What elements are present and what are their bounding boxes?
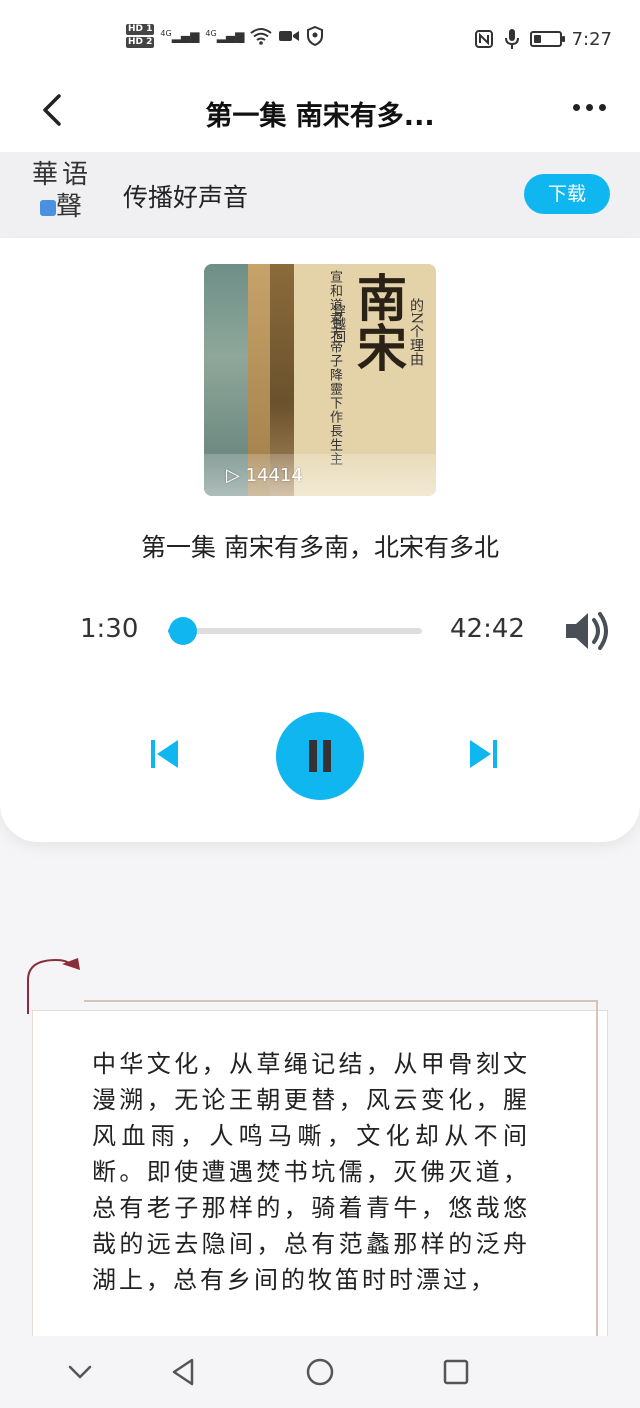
progress-thumb[interactable] bbox=[168, 617, 197, 645]
status-right: 7:27 bbox=[474, 28, 612, 50]
pause-button[interactable] bbox=[276, 712, 364, 800]
banner-slogan: 传播好声音 bbox=[123, 183, 249, 212]
title-bar: 第一集 南宋有多... bbox=[0, 80, 640, 152]
article-text: 中华文化，从草绳记结，从甲骨刻文漫溯，无论王朝更替，风云变化，腥风血雨，人鸣马嘶… bbox=[92, 1050, 530, 1294]
back-triangle-icon[interactable] bbox=[166, 1354, 202, 1390]
hd2-badge: HD 2 bbox=[126, 37, 155, 48]
video-camera-icon bbox=[279, 31, 300, 41]
recents-square-icon[interactable] bbox=[438, 1354, 474, 1390]
app-banner: 華 语 聲 传播好声音 下载 bbox=[0, 152, 640, 238]
episode-title: 第一集 南宋有多南，北宋有多北 bbox=[141, 533, 499, 562]
current-time: 1:30 bbox=[80, 614, 139, 644]
more-horizontal-icon[interactable] bbox=[573, 104, 606, 111]
frame-top-rule bbox=[84, 1000, 598, 1002]
cover-big-title: 南宋 bbox=[349, 272, 408, 372]
article-section: 中华文化，从草绳记结，从甲骨刻文漫溯，无论王朝更替，风云变化，腥风血雨，人鸣马嘶… bbox=[0, 842, 640, 1336]
page-title: 第一集 南宋有多... bbox=[205, 101, 435, 132]
hd1-badge: HD 1 bbox=[126, 24, 155, 35]
signal-icon-1: 4G▂▄▆ bbox=[160, 29, 200, 43]
play-count: ▷ 14414 bbox=[226, 465, 303, 486]
chevron-left-icon[interactable] bbox=[34, 90, 74, 130]
lamp-decoration-icon bbox=[27, 958, 80, 1014]
frame-right-rule bbox=[596, 1000, 598, 1336]
volume-icon[interactable] bbox=[562, 608, 610, 654]
pause-icon bbox=[309, 740, 317, 772]
status-time: 7:27 bbox=[571, 28, 612, 50]
home-circle-icon[interactable] bbox=[302, 1354, 338, 1390]
cover-calligraphy: 宣和道君天帝子降靈下作長生主 bbox=[327, 270, 342, 466]
app-logo: 華 语 聲 bbox=[32, 160, 89, 222]
next-track-icon[interactable] bbox=[466, 736, 502, 772]
player-card: 宣和道君天帝子降靈下作長生主 穿越回 南宋 的N个理由 ▷ 14414 第一集 … bbox=[0, 238, 640, 842]
shield-icon bbox=[307, 26, 324, 46]
progress-track[interactable] bbox=[168, 628, 422, 634]
signal-icon-2: 4G▂▄▆ bbox=[205, 29, 245, 43]
cover-side-text: 穿越回 bbox=[330, 304, 345, 343]
battery-level bbox=[533, 35, 541, 43]
wifi-icon bbox=[250, 28, 272, 45]
hd-badges: HD 1 HD 2 bbox=[126, 24, 155, 48]
nfc-icon bbox=[474, 30, 493, 48]
total-time: 42:42 bbox=[450, 614, 525, 644]
battery-icon bbox=[529, 31, 565, 47]
album-cover: 宣和道君天帝子降靈下作長生主 穿越回 南宋 的N个理由 ▷ 14414 bbox=[204, 264, 436, 496]
microphone-icon bbox=[504, 29, 519, 49]
download-button[interactable]: 下载 bbox=[524, 174, 610, 214]
previous-track-icon[interactable] bbox=[146, 736, 182, 772]
system-nav-bar bbox=[0, 1336, 640, 1408]
chevron-down-icon[interactable] bbox=[62, 1354, 98, 1390]
status-bar: HD 1 HD 2 4G▂▄▆ 4G▂▄▆ 7:27 bbox=[0, 0, 640, 80]
status-left: HD 1 HD 2 4G▂▄▆ 4G▂▄▆ bbox=[126, 24, 324, 48]
cover-subtitle: 的N个理由 bbox=[408, 298, 424, 367]
